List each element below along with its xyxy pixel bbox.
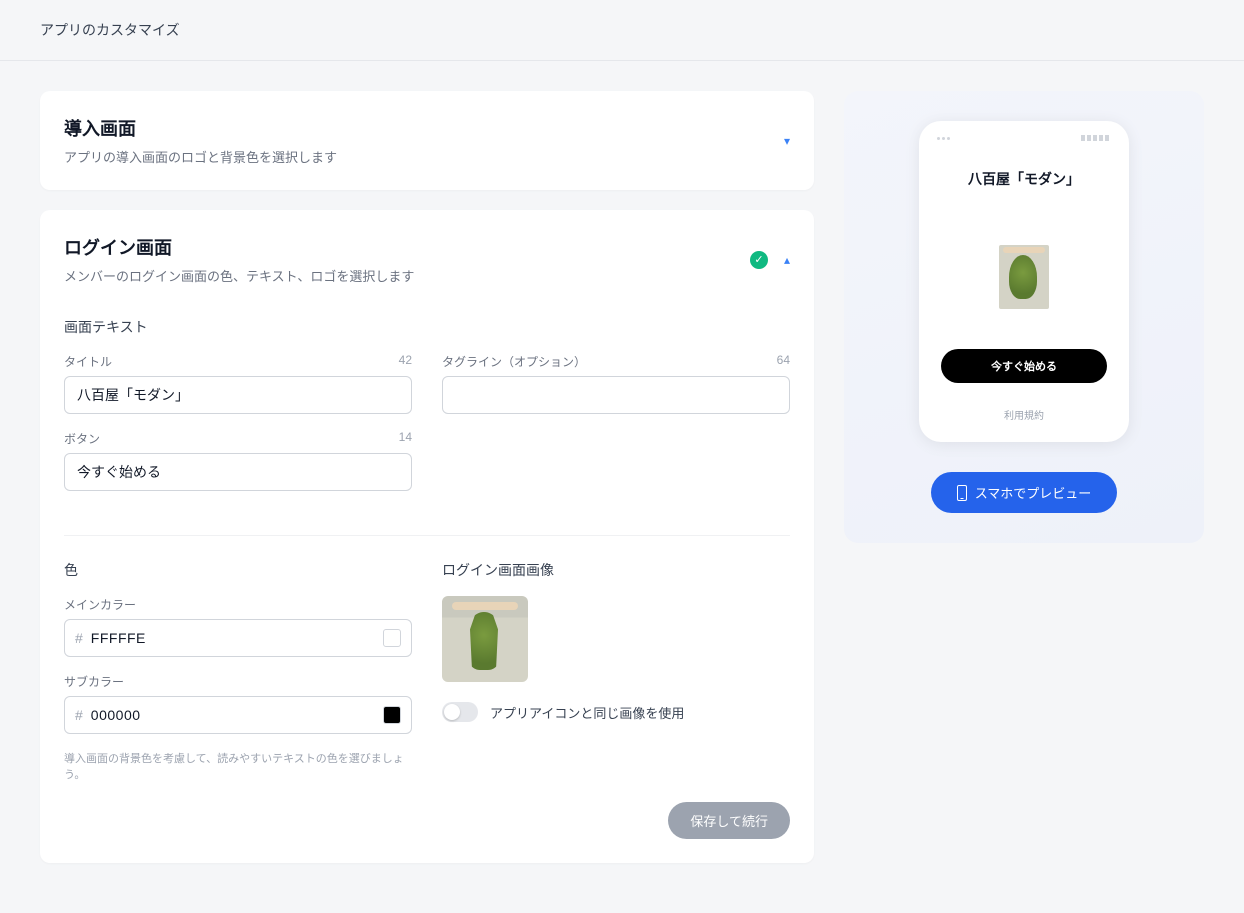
same-icon-toggle[interactable] [442,702,478,722]
phone-icon [957,485,967,501]
color-helper-text: 導入画面の背景色を考慮して、読みやすいテキストの色を選びましょう。 [64,750,412,782]
title-count: 42 [399,353,412,370]
phone-terms-link: 利用規約 [933,407,1115,422]
tagline-label: タグライン（オプション） [442,353,586,370]
tagline-field: タグライン（オプション） 64 [442,353,790,414]
intro-screen-card: 導入画面 アプリの導入画面のロゴと背景色を選択します ▾ [40,91,814,190]
title-label: タイトル [64,353,112,370]
main-color-input[interactable] [91,620,375,656]
main-color-field: メインカラー # [64,596,412,657]
same-icon-toggle-row: アプリアイコンと同じ画像を使用 [442,702,790,722]
chevron-down-icon[interactable]: ▾ [784,134,790,148]
color-column: 色 メインカラー # [64,560,412,782]
login-card-header[interactable]: ログイン画面 メンバーのログイン画面の色、テキスト、ロゴを選択します ✓ ▴ [64,234,790,285]
same-icon-toggle-label: アプリアイコンと同じ画像を使用 [490,703,684,722]
phone-title: 八百屋「モダン」 [933,169,1115,189]
intro-title: 導入画面 [64,115,784,141]
button-label: ボタン [64,430,100,447]
login-title-group: ログイン画面 メンバーのログイン画面の色、テキスト、ロゴを選択します [64,234,750,285]
preview-panel: 八百屋「モダン」 今すぐ始める 利用規約 スマホでプレビュー [844,91,1204,543]
tagline-input[interactable] [442,376,790,414]
color-heading: 色 [64,560,412,580]
phone-statusbar [933,135,1115,141]
preview-button-label: スマホでプレビュー [975,483,1092,502]
screen-text-heading: 画面テキスト [64,317,790,337]
title-input[interactable] [64,376,412,414]
signal-icon [937,137,950,140]
phone-hero-image [999,245,1049,309]
card-footer: 保存して続行 [64,802,790,839]
sub-color-label: サブカラー [64,673,124,690]
button-field: ボタン 14 [64,430,412,491]
button-count: 14 [399,430,412,447]
page-title: アプリのカスタマイズ [40,20,1204,40]
page-header: アプリのカスタマイズ [0,0,1244,61]
button-input[interactable] [64,453,412,491]
main-color-label: メインカラー [64,596,136,613]
login-title: ログイン画面 [64,234,750,260]
left-panel: 導入画面 アプリの導入画面のロゴと背景色を選択します ▾ ログイン画面 メンバー… [40,91,814,883]
login-subtitle: メンバーのログイン画面の色、テキスト、ロゴを選択します [64,266,750,285]
color-image-section: 色 メインカラー # [64,535,790,782]
hash-icon: # [75,707,83,723]
phone-cta-button: 今すぐ始める [941,349,1107,383]
login-image-thumbnail[interactable] [442,596,528,682]
battery-icon [1081,135,1111,141]
intro-subtitle: アプリの導入画面のロゴと背景色を選択します [64,147,784,166]
phone-preview: 八百屋「モダン」 今すぐ始める 利用規約 [919,121,1129,442]
sub-color-swatch[interactable] [383,706,401,724]
sub-color-input-wrap[interactable]: # [64,696,412,734]
sub-color-input[interactable] [91,697,375,733]
chevron-up-icon[interactable]: ▴ [784,253,790,267]
screen-text-section: 画面テキスト タイトル 42 タグライン（オプション） 64 [64,317,790,507]
tagline-count: 64 [777,353,790,370]
login-screen-card: ログイン画面 メンバーのログイン画面の色、テキスト、ロゴを選択します ✓ ▴ 画… [40,210,814,863]
title-field: タイトル 42 [64,353,412,414]
save-continue-button[interactable]: 保存して続行 [668,802,790,839]
main-color-swatch[interactable] [383,629,401,647]
hash-icon: # [75,630,83,646]
check-icon: ✓ [750,251,768,269]
image-column: ログイン画面画像 アプリアイコンと同じ画像を使用 [442,560,790,782]
sub-color-field: サブカラー # [64,673,412,734]
intro-card-header[interactable]: 導入画面 アプリの導入画面のロゴと背景色を選択します ▾ [64,115,790,166]
intro-title-group: 導入画面 アプリの導入画面のロゴと背景色を選択します [64,115,784,166]
image-heading: ログイン画面画像 [442,560,790,580]
main-container: 導入画面 アプリの導入画面のロゴと背景色を選択します ▾ ログイン画面 メンバー… [0,61,1244,913]
main-color-input-wrap[interactable]: # [64,619,412,657]
mobile-preview-button[interactable]: スマホでプレビュー [931,472,1118,513]
